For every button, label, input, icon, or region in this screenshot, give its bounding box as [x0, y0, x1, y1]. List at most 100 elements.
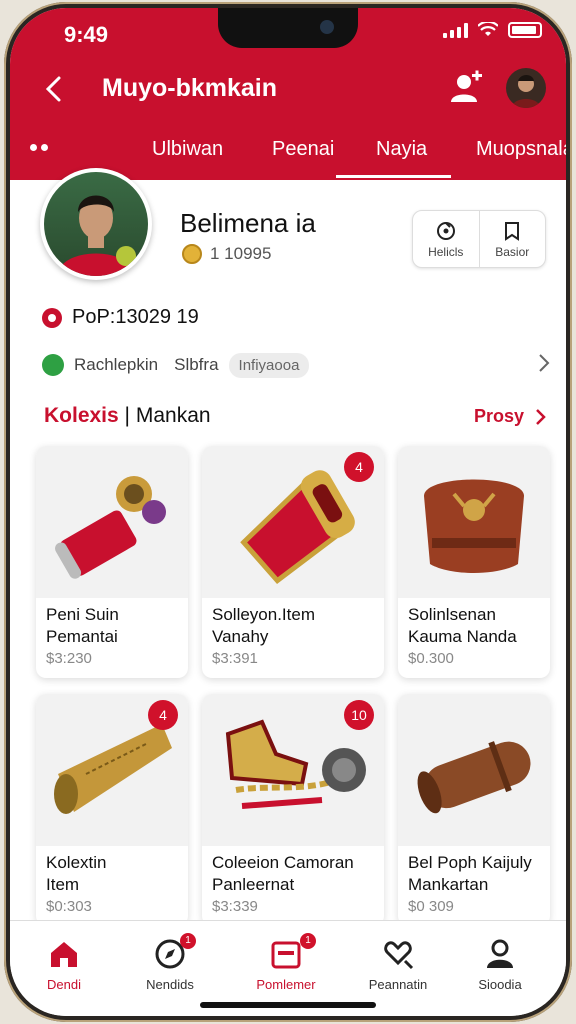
- item-badge: 4: [148, 700, 178, 730]
- status-icons: [443, 22, 542, 38]
- nav-collection[interactable]: 1 Pomlemer: [236, 933, 336, 992]
- profile-actions: Helicls Basior: [412, 210, 546, 268]
- coin-amount: 1 10995: [210, 244, 272, 263]
- item-price: $0:303: [46, 898, 92, 915]
- item-card[interactable]: 4 Solleyon.Item Vanahy $3:391: [202, 446, 384, 678]
- nav-favorites[interactable]: Peannatin: [348, 937, 448, 992]
- leather-bag-icon: [424, 479, 524, 573]
- item-name: Coleeion Camoran Panleernat: [212, 852, 378, 896]
- item-image: 4: [36, 694, 188, 846]
- item-name-line1: Coleeion Camoran: [212, 853, 354, 872]
- item-name-line1: Peni Suin: [46, 605, 119, 624]
- home-icon: [51, 942, 77, 967]
- canister-icon: [55, 476, 166, 579]
- item-name: Kolextin Item: [46, 852, 182, 896]
- item-name-line2: Vanahy: [212, 627, 269, 646]
- tab-ulbiwan[interactable]: Ulbiwan: [152, 138, 223, 161]
- basior-label: Basior: [495, 244, 530, 259]
- top-bar: 9:49 Muyo-bkmkain Ulbiwan Peenai Nayia M…: [10, 8, 566, 180]
- nav-discover[interactable]: 1 Nendids: [120, 933, 220, 992]
- nav-badge: 1: [180, 933, 196, 949]
- app-title: Muyo-bkmkain: [102, 74, 278, 102]
- phone-frame: 9:49 Muyo-bkmkain Ulbiwan Peenai Nayia M…: [4, 2, 572, 1022]
- item-price: $0 309: [408, 898, 454, 915]
- item-name-line1: Solinlsenan: [408, 605, 496, 624]
- app-screen: 9:49 Muyo-bkmkain Ulbiwan Peenai Nayia M…: [10, 8, 566, 1016]
- item-card[interactable]: 10 Coleeion Camoran Panleernat $3:339: [202, 694, 384, 926]
- item-name: Solleyon.Item Vanahy: [212, 604, 378, 648]
- item-image: [398, 446, 550, 598]
- helicls-button[interactable]: Helicls: [413, 211, 479, 267]
- coin-icon: [182, 244, 202, 264]
- item-price: $3:230: [46, 650, 92, 667]
- pop-row: PoP:13029 19: [42, 306, 199, 329]
- see-more-link[interactable]: Prosy: [474, 406, 546, 427]
- section-title: Kolexis | Mankan: [44, 404, 211, 428]
- heart-search-icon: [384, 941, 414, 970]
- tab-nayia[interactable]: Nayia: [335, 138, 452, 178]
- tab-muopsnala[interactable]: Muopsnala: [476, 138, 566, 161]
- item-card[interactable]: Bel Poph Kaijuly Mankartan $0 309: [398, 694, 550, 926]
- target-icon: [436, 221, 455, 240]
- nav-home-label: Dendi: [47, 977, 81, 992]
- nav-collection-label: Pomlemer: [256, 977, 316, 992]
- item-image: [398, 694, 550, 846]
- item-name-line1: Solleyon.Item: [212, 605, 315, 624]
- item-price: $3:339: [212, 898, 258, 915]
- info-row[interactable]: Rachlepkin Slbfra Infiyaooa: [42, 350, 552, 380]
- status-time: 9:49: [64, 22, 109, 47]
- add-friend-icon[interactable]: [446, 68, 486, 108]
- basior-button[interactable]: Basior: [478, 211, 546, 267]
- item-name-line2: Panleernat: [212, 875, 295, 894]
- helicls-label: Helicls: [428, 244, 464, 259]
- profile-avatar[interactable]: [40, 168, 152, 280]
- nav-discover-label: Nendids: [146, 977, 194, 992]
- bottom-nav: Dendi 1 Nendids 1 Pomlemer Peannatin Sio…: [10, 920, 566, 1016]
- chevron-right-icon: [539, 354, 550, 372]
- item-name-line2: Kauma Nanda: [408, 627, 517, 646]
- nav-profile[interactable]: Sioodia: [450, 937, 550, 992]
- camera-icon: [320, 20, 334, 34]
- tab-peenai[interactable]: Peenai: [272, 138, 334, 161]
- notch: [218, 8, 358, 48]
- item-badge: 4: [344, 452, 374, 482]
- nav-home[interactable]: Dendi: [14, 937, 114, 992]
- item-card[interactable]: 4 Kolextin Item $0:303: [36, 694, 188, 926]
- item-card[interactable]: Solinlsenan Kauma Nanda $0.300: [398, 446, 550, 678]
- info-name: Rachlepkin: [74, 355, 159, 374]
- wifi-icon: [478, 22, 498, 36]
- section-title-black: Mankan: [135, 404, 211, 427]
- bookmark-icon: [505, 221, 520, 241]
- nav-favorites-label: Peannatin: [368, 977, 428, 992]
- back-arrow-icon[interactable]: [40, 74, 70, 104]
- nav-badge: 1: [300, 933, 316, 949]
- item-badge: 10: [344, 700, 374, 730]
- chevron-right-icon: [536, 408, 546, 425]
- item-name: Solinlsenan Kauma Nanda: [408, 604, 544, 648]
- profile-name: Belimena ia: [180, 208, 316, 238]
- coin-balance: 1 10995: [182, 244, 271, 264]
- item-name-line1: Kolextin: [46, 853, 107, 872]
- item-name-line2: Item: [46, 875, 80, 894]
- see-more-label: Prosy: [473, 406, 524, 426]
- item-image: 4: [202, 446, 384, 598]
- item-image: [36, 446, 188, 598]
- item-price: $0.300: [408, 650, 454, 667]
- battery-icon: [508, 22, 542, 38]
- item-price: $3:391: [212, 650, 258, 667]
- collection-icon: [271, 941, 301, 969]
- item-name: Bel Poph Kaijuly Mankartan: [408, 852, 544, 896]
- info-meta: Slbfra: [174, 355, 219, 374]
- section-title-separator: |: [124, 404, 131, 427]
- user-avatar-small[interactable]: [506, 68, 546, 108]
- check-circle-icon: [42, 354, 64, 376]
- section-title-red: Kolexis: [44, 404, 119, 427]
- item-name-line2: Pemantai: [46, 627, 118, 646]
- item-card[interactable]: Peni Suin Pemantai $3:230: [36, 446, 188, 678]
- nav-profile-label: Sioodia: [478, 977, 522, 992]
- item-image: 10: [202, 694, 384, 846]
- item-name-line2: Mankartan: [408, 875, 489, 894]
- leather-roll-icon: [417, 741, 531, 814]
- location-pin-icon: [42, 307, 62, 328]
- info-chip[interactable]: Infiyaooa: [228, 352, 310, 378]
